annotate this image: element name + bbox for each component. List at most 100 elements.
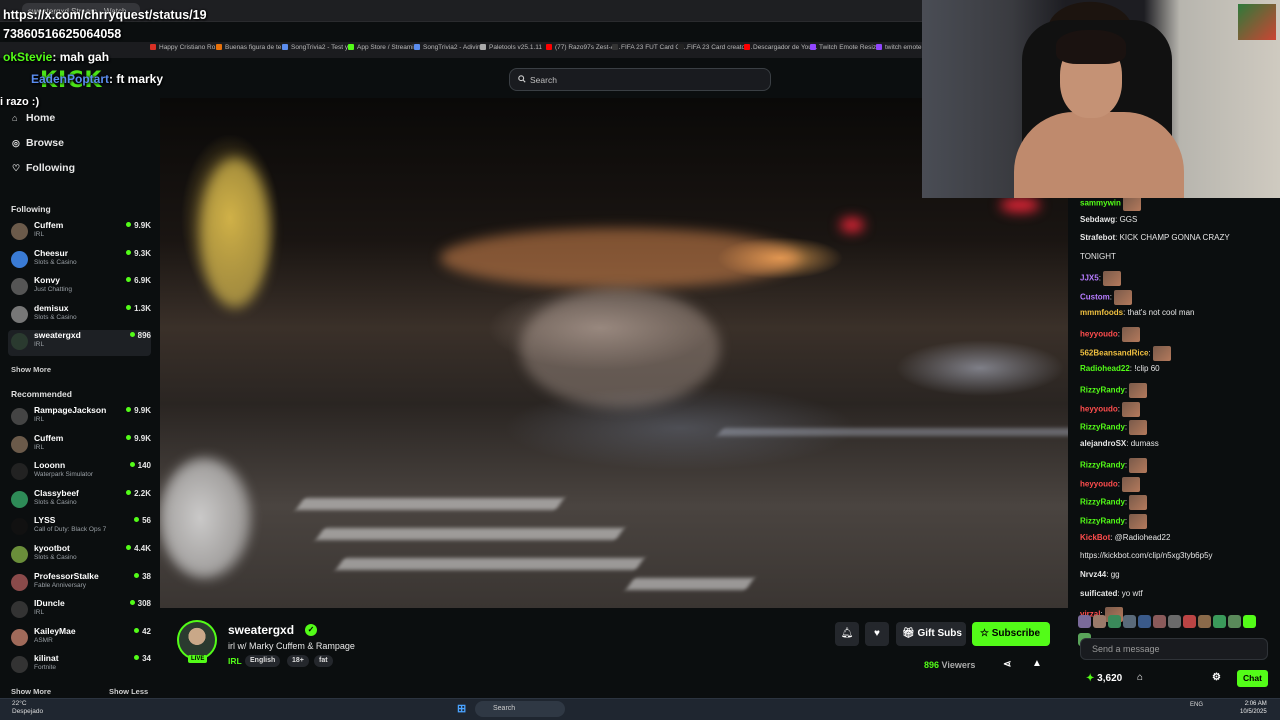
bookmark-item[interactable]: FIFA 23 FUT Card Cr... [612,44,687,51]
channel-name: RampageJackson [34,405,107,415]
chat-username[interactable]: suificated [1080,589,1117,598]
chat-username[interactable]: heyyoudo [1080,479,1118,488]
stream-category[interactable]: IRL [228,656,242,666]
streamer-name[interactable]: sweatergxd [228,623,294,637]
emote-icon[interactable] [1213,615,1226,628]
chat-username[interactable]: mmmfoods [1080,308,1123,317]
bookmark-item[interactable]: Happy Cristiano Ro... [150,44,221,51]
emote-icon[interactable] [1123,615,1136,628]
bookmark-item[interactable]: FIFA 23 Card creator... [678,44,752,51]
following-channel-konvy[interactable]: Konvy Just Chatting 6.9K [8,275,151,301]
emote-icon[interactable] [1078,615,1091,628]
chat-username[interactable]: Custom [1080,292,1110,301]
channel-viewers: 140 [130,461,151,470]
settings-icon[interactable]: ⚙ [1212,672,1221,683]
emote-icon[interactable] [1183,615,1196,628]
taskbar-search[interactable]: Search [475,701,565,717]
bookmark-item[interactable]: SongTrivia2 - Test y... [282,44,353,51]
share-icon[interactable]: ⋖ [1003,659,1011,670]
recommended-channel-rampagejackson[interactable]: RampageJackson IRL 9.9K [8,405,151,431]
following-channel-cuffem[interactable]: Cuffem IRL 9.9K [8,220,151,246]
bookmark-item[interactable]: Twitch Emote Resizer [810,44,882,51]
chat-username[interactable]: RizzyRandy [1080,386,1125,395]
recommended-show-less[interactable]: Show Less [109,687,148,696]
streamer-avatar[interactable] [177,620,217,660]
channel-viewers: 9.9K [126,221,151,230]
chat-username[interactable]: sammywin [1080,199,1121,208]
chat-username[interactable]: RizzyRandy [1080,498,1125,507]
emote-icon[interactable] [1243,615,1256,628]
chat-username[interactable]: Strafebot [1080,233,1115,242]
emote-icon[interactable] [1138,615,1151,628]
channel-points[interactable]: ✦ 3,620 [1086,673,1122,684]
emote-icon[interactable] [1198,615,1211,628]
chat-input[interactable]: Send a message [1080,638,1268,660]
chat-message: RizzyRandy: [1080,495,1148,511]
nav-following[interactable]: ♡ Following [12,162,75,174]
following-channel-demisux[interactable]: demisux Slots & Casino 1.3K [8,303,151,329]
following-channel-sweatergxd[interactable]: sweatergxd IRL 896 [8,330,151,357]
bookmark-item[interactable]: Descargador de You... [744,44,817,51]
follow-heart-icon[interactable]: ♥ [865,622,889,646]
chat-username[interactable]: Nrvz44 [1080,570,1106,579]
overlay-text: : mah gah [52,50,110,64]
chat-username[interactable]: KickBot [1080,533,1110,542]
windows-start-icon[interactable]: ⊞ [457,702,466,715]
bookmark-item[interactable]: SongTrivia2 - Adivin... [414,44,486,51]
recommended-channel-lyss[interactable]: LYSS Call of Duty: Black Ops 7 56 [8,515,151,541]
nav-home[interactable]: ⌂ Home [12,112,55,124]
recommended-channel-professorstalke[interactable]: ProfessorStalke Fable Anniversary 38 [8,571,151,597]
subscribe-button[interactable]: ☆ Subscribe [972,622,1050,646]
chat-username[interactable]: Radiohead22 [1080,364,1130,373]
chat-username[interactable]: RizzyRandy [1080,517,1125,526]
emote-icon[interactable] [1108,615,1121,628]
tag-age[interactable]: 18+ [287,655,309,667]
channel-name: KaileyMae [34,625,76,636]
recommended-channel-iduncle[interactable]: IDuncle IRL 308 [8,598,151,624]
bookmark-item[interactable]: Paletools v25.1.11 [480,44,542,51]
chat-username[interactable]: 562BeansandRice [1080,348,1148,357]
recommended-channel-cuffem[interactable]: Cuffem IRL 9.9K [8,433,151,459]
chat-username[interactable]: alejandroSX [1080,439,1126,448]
recommended-channel-kaileymae[interactable]: KaileyMae ASMR 42 [8,626,151,652]
bell-icon[interactable]: 🔔︎ [835,622,859,646]
nav-browse[interactable]: ◎ Browse [12,137,64,149]
following-show-more[interactable]: Show More [11,365,51,374]
chat-username[interactable]: heyyoudo [1080,404,1118,413]
chat-message: heyyoudo: [1080,476,1141,492]
report-icon[interactable]: ▲ [1032,658,1042,669]
emote-icon[interactable] [1153,615,1166,628]
tag-language[interactable]: English [245,655,281,667]
channel-name: Classybeef [34,487,79,498]
chat-username[interactable]: RizzyRandy [1080,423,1125,432]
taskbar-clock[interactable]: 2:06 AM 10/5/2025 [1240,700,1267,716]
bookmark-item[interactable]: (77) Razo97s Zest-A... [546,44,620,51]
chat-send-button[interactable]: Chat [1237,670,1268,687]
nav-following-label: Following [26,162,75,174]
recommended-channel-looonn[interactable]: Looonn Waterpark Simulator 140 [8,460,151,486]
gift-icon[interactable]: ⌂ [1137,672,1143,683]
emote-icon[interactable] [1168,615,1181,628]
verified-icon: ✓ [305,624,317,636]
weather-widget[interactable]: 22°C Despejado [12,700,43,716]
search-input[interactable]: Search [509,68,771,91]
chat-username[interactable]: heyyoudo [1080,330,1118,339]
recommended-channel-kilinat[interactable]: kilinat Fortnite 34 [8,653,151,679]
emote-icon[interactable] [1228,615,1241,628]
recommended-channel-classybeef[interactable]: Classybeef Slots & Casino 2.2K [8,488,151,514]
tag-custom[interactable]: fat [314,655,333,667]
chat-username[interactable]: Sebdawg [1080,215,1115,224]
overlay-chat-line: EadenPoptart: ft marky [3,72,163,86]
emote-icon[interactable] [1093,615,1106,628]
bookmark-item[interactable]: Buenas figura de te... [216,44,287,51]
chat-username[interactable]: JJX5 [1080,273,1099,282]
system-tray[interactable]: ENG [1190,702,1203,708]
chat-username[interactable]: RizzyRandy [1080,460,1125,469]
following-channel-cheesur[interactable]: Cheesur Slots & Casino 9.3K [8,248,151,274]
bookmark-item[interactable]: App Store / Streami... [348,44,419,51]
recommended-channel-kyootbot[interactable]: kyootbot Slots & Casino 4.4K [8,543,151,569]
recommended-show-more[interactable]: Show More [11,687,51,696]
gift-subs-button[interactable]: 🎁︎ Gift Subs [896,622,966,646]
chat-text: : [1124,460,1128,470]
chat-text: : [1124,423,1128,432]
